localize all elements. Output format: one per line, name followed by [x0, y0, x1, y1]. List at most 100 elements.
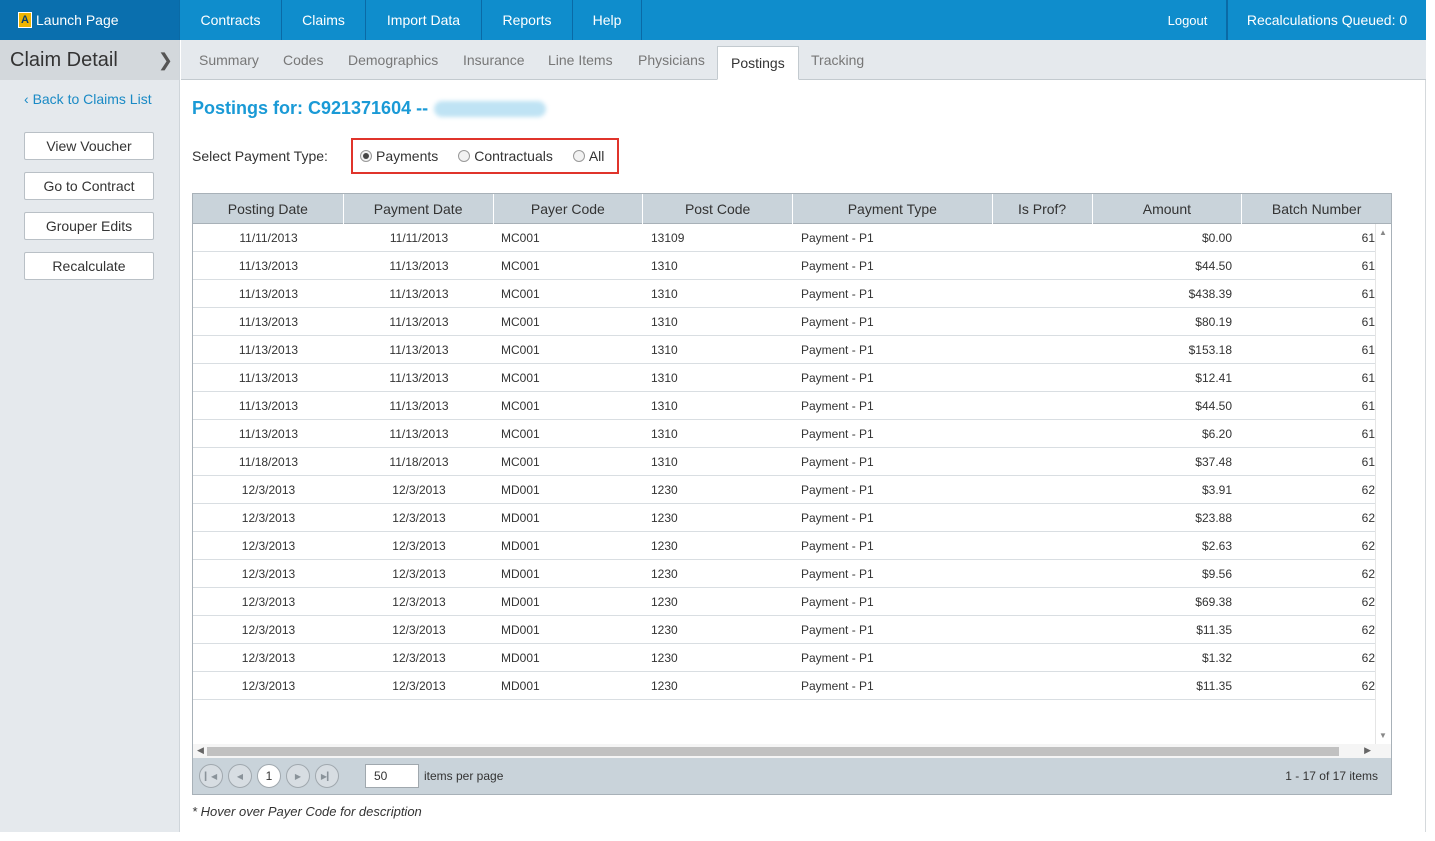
- main-content: Postings for: C921371604 -- Select Payme…: [181, 80, 1426, 832]
- grid-body: 11/11/2013 11/11/2013 MC001 13109 Payment - …: [193, 224, 1375, 744]
- nav-reports[interactable]: Reports: [482, 0, 573, 40]
- cell-payer-code[interactable]: MD001: [494, 588, 644, 615]
- logout-link[interactable]: Logout: [1149, 0, 1227, 40]
- column-header-post-code[interactable]: Post Code: [643, 194, 793, 224]
- table-row[interactable]: 12/3/2013 12/3/2013 MD001 1230 Payment - P1 $…: [193, 532, 1375, 560]
- nav-claims[interactable]: Claims: [282, 0, 366, 40]
- scroll-up-icon[interactable]: ▲: [1379, 228, 1387, 237]
- cell-is-prof: [994, 252, 1094, 279]
- cell-payer-code[interactable]: MC001: [494, 392, 644, 419]
- page-title-text: Postings for: C921371604 --: [192, 98, 429, 118]
- column-header-is-prof[interactable]: Is Prof?: [993, 194, 1093, 224]
- table-row[interactable]: 11/13/2013 11/13/2013 MC001 1310 Payment - P…: [193, 336, 1375, 364]
- page-number-button[interactable]: 1: [257, 764, 281, 788]
- cell-batch-number: 62: [1361, 594, 1375, 609]
- redacted-patient-name: [434, 101, 547, 118]
- cell-is-prof: [994, 336, 1094, 363]
- table-row[interactable]: 12/3/2013 12/3/2013 MD001 1230 Payment - P1 $…: [193, 476, 1375, 504]
- tab-demographics[interactable]: Demographics: [348, 40, 438, 80]
- view-voucher-button[interactable]: View Voucher: [24, 132, 154, 160]
- cell-payer-code[interactable]: MD001: [494, 560, 644, 587]
- cell-posting-date: 11/13/2013: [238, 314, 299, 329]
- payment-type-radio-group: Payments Contractuals All: [351, 138, 619, 174]
- cell-payer-code[interactable]: MC001: [494, 336, 644, 363]
- nav-contracts[interactable]: Contracts: [180, 0, 282, 40]
- sidebar-header: Claim Detail ❯: [0, 40, 179, 80]
- horizontal-scroll-thumb[interactable]: [207, 747, 1339, 756]
- table-row[interactable]: 11/13/2013 11/13/2013 MC001 1310 Payment - P…: [193, 420, 1375, 448]
- table-row[interactable]: 11/11/2013 11/11/2013 MC001 13109 Payment - …: [193, 224, 1375, 252]
- cell-payment-type: Payment - P1: [801, 566, 874, 581]
- cell-is-prof: [994, 588, 1094, 615]
- column-header-posting-date[interactable]: Posting Date: [193, 194, 344, 224]
- cell-batch-number: 62: [1361, 566, 1375, 581]
- table-row[interactable]: 11/13/2013 11/13/2013 MC001 1310 Payment - P…: [193, 392, 1375, 420]
- cell-payer-code[interactable]: MD001: [494, 672, 644, 699]
- radio-all[interactable]: All: [572, 148, 604, 164]
- cell-payer-code[interactable]: MC001: [494, 252, 644, 279]
- cell-post-code: 1310: [651, 370, 678, 385]
- table-row[interactable]: 12/3/2013 12/3/2013 MD001 1230 Payment - P1 $…: [193, 644, 1375, 672]
- radio-contractuals[interactable]: Contractuals: [458, 148, 553, 164]
- tab-physicians[interactable]: Physicians: [638, 40, 705, 80]
- tab-codes[interactable]: Codes: [283, 40, 323, 80]
- cell-payer-code[interactable]: MD001: [494, 616, 644, 643]
- table-row[interactable]: 11/13/2013 11/13/2013 MC001 1310 Payment - P…: [193, 280, 1375, 308]
- table-row[interactable]: 11/13/2013 11/13/2013 MC001 1310 Payment - P…: [193, 364, 1375, 392]
- table-row[interactable]: 12/3/2013 12/3/2013 MD001 1230 Payment - P1 $…: [193, 560, 1375, 588]
- cell-post-code: 13109: [651, 230, 685, 245]
- first-page-icon[interactable]: ▎◀: [199, 764, 223, 788]
- column-header-batch-number[interactable]: Batch Number: [1242, 194, 1391, 224]
- table-row[interactable]: 12/3/2013 12/3/2013 MD001 1230 Payment - P1 $…: [193, 672, 1375, 700]
- cell-payer-code[interactable]: MD001: [494, 476, 644, 503]
- cell-payer-code[interactable]: MD001: [494, 504, 644, 531]
- collapse-chevron-icon[interactable]: ❯: [158, 50, 173, 71]
- nav-help[interactable]: Help: [573, 0, 642, 40]
- radio-payments[interactable]: Payments: [360, 148, 438, 164]
- sidebar: Claim Detail ❯ ‹ Back to Claims List Vie…: [0, 40, 180, 832]
- tab-tracking[interactable]: Tracking: [811, 40, 864, 80]
- launch-page-link[interactable]: A Launch Page: [0, 0, 180, 40]
- cell-posting-date: 12/3/2013: [241, 594, 296, 609]
- cell-payer-code[interactable]: MC001: [494, 224, 644, 251]
- cell-payer-code[interactable]: MD001: [494, 644, 644, 671]
- table-row[interactable]: 11/13/2013 11/13/2013 MC001 1310 Payment - P…: [193, 252, 1375, 280]
- tab-summary[interactable]: Summary: [199, 40, 259, 80]
- nav-import-data[interactable]: Import Data: [366, 0, 482, 40]
- prev-page-icon[interactable]: ◀: [228, 764, 252, 788]
- scroll-right-icon[interactable]: ▶: [1364, 745, 1371, 756]
- cell-payer-code[interactable]: MC001: [494, 420, 644, 447]
- tab-postings[interactable]: Postings: [717, 46, 799, 80]
- column-header-payment-type[interactable]: Payment Type: [793, 194, 993, 224]
- table-row[interactable]: 11/13/2013 11/13/2013 MC001 1310 Payment - P…: [193, 308, 1375, 336]
- table-row[interactable]: 12/3/2013 12/3/2013 MD001 1230 Payment - P1 $…: [193, 616, 1375, 644]
- cell-posting-date: 11/13/2013: [238, 398, 299, 413]
- back-to-claims-link[interactable]: ‹ Back to Claims List: [24, 91, 179, 107]
- go-to-contract-button[interactable]: Go to Contract: [24, 172, 154, 200]
- cell-payer-code[interactable]: MC001: [494, 364, 644, 391]
- table-row[interactable]: 12/3/2013 12/3/2013 MD001 1230 Payment - P1 $…: [193, 588, 1375, 616]
- table-row[interactable]: 12/3/2013 12/3/2013 MD001 1230 Payment - P1 $…: [193, 504, 1375, 532]
- column-header-payer-code[interactable]: Payer Code: [494, 194, 644, 224]
- horizontal-scrollbar[interactable]: ◀ ▶: [193, 744, 1391, 758]
- scroll-left-icon[interactable]: ◀: [197, 745, 204, 756]
- cell-payer-code[interactable]: MD001: [494, 532, 644, 559]
- cell-payer-code[interactable]: MC001: [494, 280, 644, 307]
- cell-payer-code[interactable]: MC001: [494, 308, 644, 335]
- tab-insurance[interactable]: Insurance: [463, 40, 524, 80]
- next-page-icon[interactable]: ▶: [286, 764, 310, 788]
- vertical-scrollbar[interactable]: ▲ ▼: [1375, 224, 1391, 744]
- scroll-down-icon[interactable]: ▼: [1379, 731, 1387, 740]
- cell-post-code: 1230: [651, 650, 678, 665]
- column-header-payment-date[interactable]: Payment Date: [344, 194, 494, 224]
- cell-posting-date: 11/18/2013: [238, 454, 299, 469]
- column-header-amount[interactable]: Amount: [1093, 194, 1243, 224]
- page-size-input[interactable]: 50: [365, 764, 419, 788]
- recalculations-queued[interactable]: Recalculations Queued: 0: [1227, 0, 1426, 40]
- tab-line-items[interactable]: Line Items: [548, 40, 613, 80]
- table-row[interactable]: 11/18/2013 11/18/2013 MC001 1310 Payment - P…: [193, 448, 1375, 476]
- grouper-edits-button[interactable]: Grouper Edits: [24, 212, 154, 240]
- recalculate-button[interactable]: Recalculate: [24, 252, 154, 280]
- cell-payer-code[interactable]: MC001: [494, 448, 644, 475]
- last-page-icon[interactable]: ▶▎: [315, 764, 339, 788]
